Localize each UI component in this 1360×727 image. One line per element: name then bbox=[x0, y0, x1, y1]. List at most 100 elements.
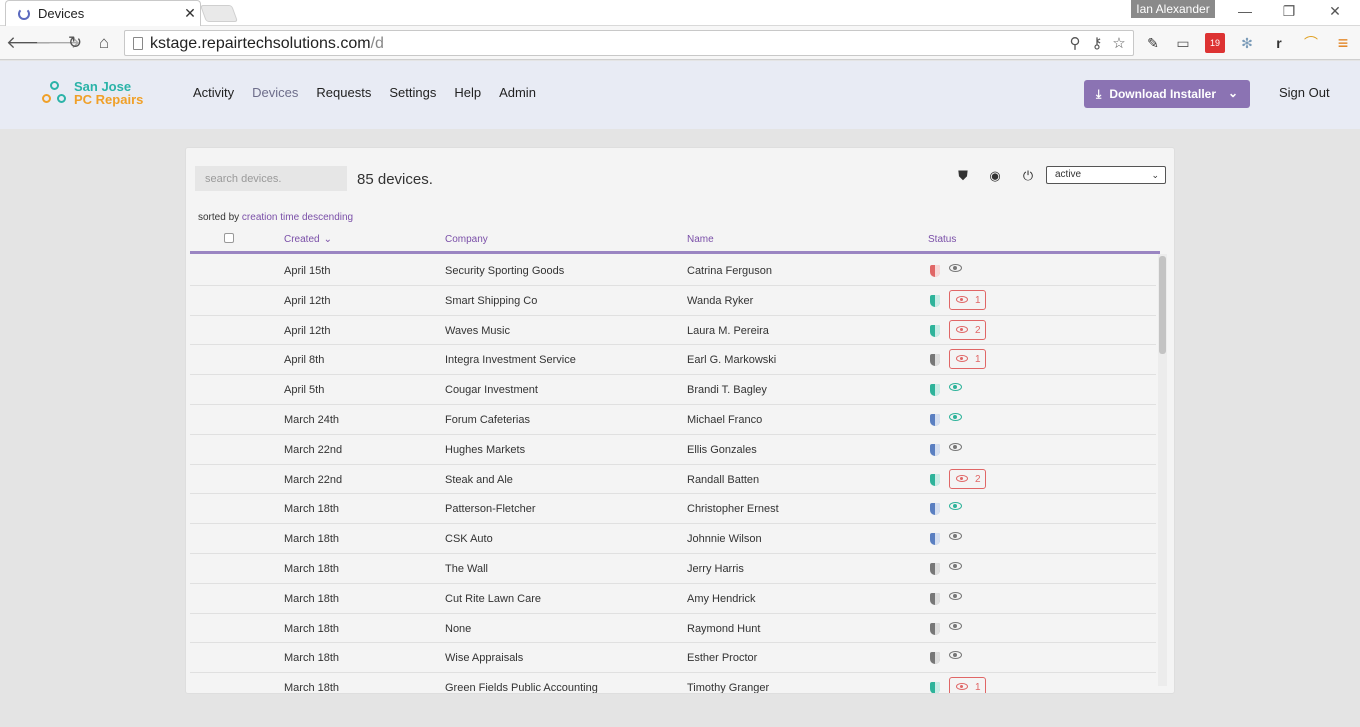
tab-title: Devices bbox=[38, 6, 85, 21]
table-row[interactable]: April 5th Cougar Investment Brandi T. Bagl… bbox=[190, 375, 1156, 405]
nav-devices[interactable]: Devices bbox=[252, 85, 298, 100]
eye-icon bbox=[956, 683, 968, 691]
nav-requests[interactable]: Requests bbox=[316, 85, 371, 100]
cast-icon[interactable]: ▭ bbox=[1173, 33, 1193, 53]
search-input[interactable] bbox=[195, 166, 347, 191]
shield-icon[interactable] bbox=[930, 652, 940, 665]
company-cell: Security Sporting Goods bbox=[445, 265, 565, 277]
chrome-menu-icon[interactable]: ≡ bbox=[1333, 33, 1353, 53]
download-installer-button[interactable]: ⤓ Download Installer ⌄ bbox=[1084, 80, 1250, 108]
eye-icon[interactable] bbox=[949, 264, 962, 272]
alert-badge[interactable]: 2 bbox=[949, 319, 986, 340]
eye-icon[interactable] bbox=[949, 591, 962, 600]
new-tab-button[interactable] bbox=[199, 5, 239, 22]
table-row[interactable]: March 18th Cut Rite Lawn Care Amy Hendrick bbox=[190, 584, 1156, 614]
alert-count: 1 bbox=[975, 294, 981, 306]
sort-key-link[interactable]: creation time descending bbox=[242, 212, 353, 223]
shield-icon[interactable] bbox=[930, 443, 940, 456]
address-bar[interactable]: kstage.repairtechsolutions.com/d ⚲ ⚷ ☆ bbox=[124, 30, 1134, 56]
shield-filter-icon[interactable]: ⛊ bbox=[953, 166, 973, 186]
column-created[interactable]: Created ⌄ bbox=[284, 234, 332, 245]
column-status[interactable]: Status bbox=[928, 234, 956, 245]
alert-badge[interactable]: 1 bbox=[949, 289, 986, 310]
alert-badge[interactable]: 1 bbox=[949, 677, 986, 693]
forward-icon[interactable]: 🡒 bbox=[35, 32, 81, 54]
table-row[interactable]: March 24th Forum Cafeterias Michael Franco bbox=[190, 405, 1156, 435]
scrollbar[interactable] bbox=[1158, 254, 1167, 686]
shield-icon[interactable] bbox=[930, 413, 940, 426]
table-row[interactable]: March 18th None Raymond Hunt bbox=[190, 614, 1156, 644]
page-icon bbox=[133, 37, 143, 50]
scrollbar-thumb[interactable] bbox=[1159, 256, 1166, 354]
name-cell: Amy Hendrick bbox=[687, 592, 756, 605]
eye-icon[interactable] bbox=[949, 651, 962, 660]
table-row[interactable]: March 22nd Steak and Ale Randall Batten 2 bbox=[190, 465, 1156, 495]
nav-help[interactable]: Help bbox=[454, 85, 481, 100]
shield-icon[interactable] bbox=[930, 294, 940, 307]
reload-icon[interactable]: ↻ bbox=[64, 32, 86, 54]
key-icon[interactable]: ⚷ bbox=[1087, 34, 1107, 52]
minimize-icon[interactable]: — bbox=[1233, 3, 1257, 19]
back-icon[interactable]: 🡐 bbox=[6, 32, 52, 54]
table-row[interactable]: April 12th Waves Music Laura M. Pereira 2 bbox=[190, 316, 1156, 346]
restore-icon[interactable]: ❐ bbox=[1277, 3, 1301, 20]
profile-name[interactable]: Ian Alexander bbox=[1131, 0, 1215, 18]
shield-icon[interactable] bbox=[930, 592, 940, 605]
table-row[interactable]: March 22nd Hughes Markets Ellis Gonzales bbox=[190, 435, 1156, 465]
column-name[interactable]: Name bbox=[687, 234, 714, 245]
chevron-down-icon[interactable]: ⌄ bbox=[1228, 86, 1238, 100]
eye-icon[interactable] bbox=[949, 383, 962, 392]
table-row[interactable]: April 15th Security Sporting Goods Catrina… bbox=[190, 256, 1156, 286]
alert-badge[interactable]: 1 bbox=[949, 349, 986, 370]
eye-filter-icon[interactable]: ◉ bbox=[985, 166, 1005, 186]
nav-admin[interactable]: Admin bbox=[499, 85, 536, 100]
eye-icon[interactable] bbox=[949, 442, 962, 451]
shield-icon[interactable] bbox=[930, 384, 940, 397]
shield-icon[interactable] bbox=[930, 265, 940, 277]
company-cell: None bbox=[445, 622, 472, 635]
shield-icon[interactable] bbox=[930, 324, 940, 337]
name-cell: Timothy Granger bbox=[687, 682, 770, 694]
shield-icon[interactable] bbox=[930, 562, 940, 575]
sign-out-link[interactable]: Sign Out bbox=[1279, 85, 1330, 100]
nav-settings[interactable]: Settings bbox=[389, 85, 436, 100]
table-row[interactable]: March 18th Wise Appraisals Esther Proctor bbox=[190, 643, 1156, 674]
snowflake-extension-icon[interactable]: ✻ bbox=[1237, 33, 1257, 53]
table-row[interactable]: April 12th Smart Shipping Co Wanda Ryker 1 bbox=[190, 286, 1156, 316]
power-filter-icon[interactable]: ⏻ bbox=[1018, 166, 1038, 186]
status-filter-select[interactable]: active ⌄ bbox=[1046, 166, 1166, 184]
table-row[interactable]: March 18th Green Fields Public Accounting… bbox=[190, 673, 1156, 694]
company-cell: Integra Investment Service bbox=[445, 354, 576, 367]
tab-close-icon[interactable]: ✕ bbox=[180, 5, 200, 22]
table-row[interactable]: March 18th CSK Auto Johnnie Wilson bbox=[190, 524, 1156, 554]
alert-badge[interactable]: 2 bbox=[949, 468, 986, 489]
zoom-icon[interactable]: ⚲ bbox=[1065, 34, 1085, 52]
logo[interactable]: San Jose PC Repairs bbox=[40, 79, 143, 107]
rainbow-extension-icon[interactable]: ⌒ bbox=[1301, 33, 1321, 53]
eye-icon[interactable] bbox=[949, 621, 962, 630]
r-extension-icon[interactable]: r bbox=[1269, 33, 1289, 53]
home-icon[interactable]: ⌂ bbox=[93, 32, 115, 54]
table-row[interactable]: April 8th Integra Investment Service Earl … bbox=[190, 345, 1156, 376]
eyedropper-extension-icon[interactable]: ✎ bbox=[1143, 33, 1163, 53]
nav-activity[interactable]: Activity bbox=[193, 85, 234, 100]
shield-icon[interactable] bbox=[930, 622, 940, 635]
eye-icon[interactable] bbox=[949, 532, 962, 541]
window-close-icon[interactable]: ✕ bbox=[1323, 3, 1347, 20]
name-cell: Jerry Harris bbox=[687, 562, 744, 575]
eye-icon[interactable] bbox=[949, 561, 962, 570]
shield-icon[interactable] bbox=[930, 503, 940, 516]
shield-icon[interactable] bbox=[930, 682, 940, 693]
table-row[interactable]: March 18th Patterson-Fletcher Christopher … bbox=[190, 494, 1156, 525]
eye-icon[interactable] bbox=[949, 412, 962, 421]
shield-icon[interactable] bbox=[930, 473, 940, 486]
select-all-checkbox[interactable] bbox=[224, 233, 234, 243]
column-company[interactable]: Company bbox=[445, 234, 488, 245]
table-row[interactable]: March 18th The Wall Jerry Harris bbox=[190, 554, 1156, 584]
shield-icon[interactable] bbox=[930, 354, 940, 367]
bookmark-star-icon[interactable]: ☆ bbox=[1109, 34, 1129, 52]
browser-tab[interactable]: Devices ✕ bbox=[5, 0, 201, 26]
shield-icon[interactable] bbox=[930, 533, 940, 546]
extension-badge-icon[interactable]: 19 bbox=[1205, 33, 1225, 53]
eye-icon[interactable] bbox=[949, 502, 962, 511]
